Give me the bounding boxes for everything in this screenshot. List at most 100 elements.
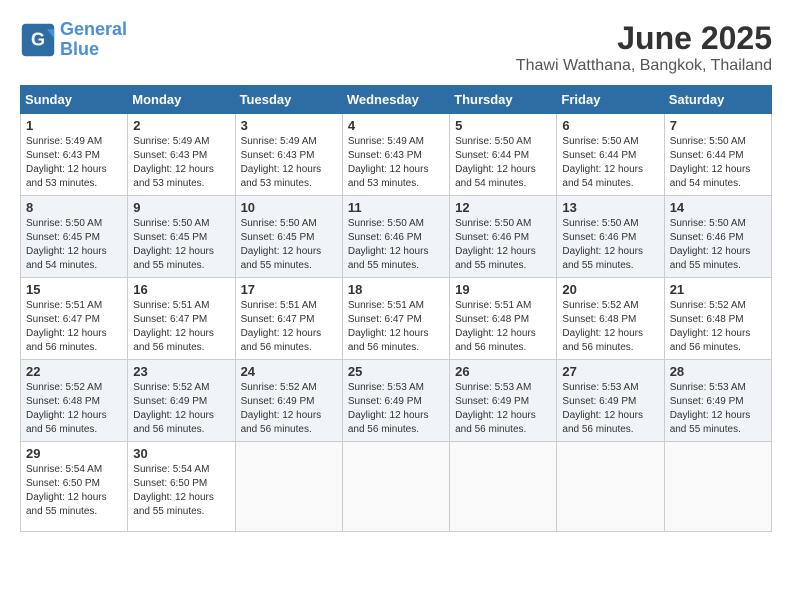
calendar-cell: 20 Sunrise: 5:52 AMSunset: 6:48 PMDayligh… <box>557 278 664 360</box>
calendar-cell: 29 Sunrise: 5:54 AMSunset: 6:50 PMDayligh… <box>21 442 128 532</box>
cell-info: Sunrise: 5:52 AMSunset: 6:48 PMDaylight:… <box>562 300 643 353</box>
cell-info: Sunrise: 5:50 AMSunset: 6:44 PMDaylight:… <box>455 136 536 189</box>
day-number: 30 <box>133 446 229 461</box>
calendar-cell: 7 Sunrise: 5:50 AMSunset: 6:44 PMDaylight… <box>664 114 771 196</box>
day-number: 10 <box>241 200 337 215</box>
calendar-cell: 13 Sunrise: 5:50 AMSunset: 6:46 PMDayligh… <box>557 196 664 278</box>
cell-info: Sunrise: 5:53 AMSunset: 6:49 PMDaylight:… <box>348 382 429 435</box>
day-number: 20 <box>562 282 658 297</box>
day-number: 21 <box>670 282 766 297</box>
column-header-thursday: Thursday <box>450 86 557 114</box>
cell-info: Sunrise: 5:54 AMSunset: 6:50 PMDaylight:… <box>133 464 214 517</box>
calendar-cell: 26 Sunrise: 5:53 AMSunset: 6:49 PMDayligh… <box>450 360 557 442</box>
day-number: 8 <box>26 200 122 215</box>
logo: G GeneralBlue <box>20 20 127 60</box>
page-header: G GeneralBlue June 2025 Thawi Watthana, … <box>20 20 772 75</box>
calendar-cell: 21 Sunrise: 5:52 AMSunset: 6:48 PMDayligh… <box>664 278 771 360</box>
cell-info: Sunrise: 5:51 AMSunset: 6:48 PMDaylight:… <box>455 300 536 353</box>
cell-info: Sunrise: 5:50 AMSunset: 6:45 PMDaylight:… <box>133 218 214 271</box>
cell-info: Sunrise: 5:53 AMSunset: 6:49 PMDaylight:… <box>562 382 643 435</box>
calendar-cell: 12 Sunrise: 5:50 AMSunset: 6:46 PMDayligh… <box>450 196 557 278</box>
day-number: 19 <box>455 282 551 297</box>
month-title: June 2025 <box>516 20 772 57</box>
day-number: 4 <box>348 118 444 133</box>
calendar-cell: 24 Sunrise: 5:52 AMSunset: 6:49 PMDayligh… <box>235 360 342 442</box>
calendar-cell: 8Sunrise: 5:50 AMSunset: 6:45 PMDaylight… <box>21 196 128 278</box>
cell-info: Sunrise: 5:50 AMSunset: 6:44 PMDaylight:… <box>670 136 751 189</box>
day-number: 24 <box>241 364 337 379</box>
calendar-cell <box>664 442 771 532</box>
day-number: 17 <box>241 282 337 297</box>
calendar-cell: 17 Sunrise: 5:51 AMSunset: 6:47 PMDayligh… <box>235 278 342 360</box>
day-number: 25 <box>348 364 444 379</box>
cell-info: Sunrise: 5:54 AMSunset: 6:50 PMDaylight:… <box>26 464 107 517</box>
logo-text: GeneralBlue <box>60 20 127 60</box>
cell-info: Sunrise: 5:49 AMSunset: 6:43 PMDaylight:… <box>133 136 214 189</box>
calendar-week-row: 29 Sunrise: 5:54 AMSunset: 6:50 PMDayligh… <box>21 442 772 532</box>
cell-info: Sunrise: 5:52 AMSunset: 6:49 PMDaylight:… <box>133 382 214 435</box>
cell-info: Sunrise: 5:52 AMSunset: 6:49 PMDaylight:… <box>241 382 322 435</box>
day-number: 3 <box>241 118 337 133</box>
calendar-cell: 19 Sunrise: 5:51 AMSunset: 6:48 PMDayligh… <box>450 278 557 360</box>
column-header-monday: Monday <box>128 86 235 114</box>
svg-text:G: G <box>31 29 45 49</box>
calendar-cell: 23 Sunrise: 5:52 AMSunset: 6:49 PMDayligh… <box>128 360 235 442</box>
day-number: 9 <box>133 200 229 215</box>
calendar-cell: 9 Sunrise: 5:50 AMSunset: 6:45 PMDaylight… <box>128 196 235 278</box>
day-number: 7 <box>670 118 766 133</box>
calendar-cell: 30 Sunrise: 5:54 AMSunset: 6:50 PMDayligh… <box>128 442 235 532</box>
day-number: 27 <box>562 364 658 379</box>
day-number: 22 <box>26 364 122 379</box>
day-number: 16 <box>133 282 229 297</box>
column-header-saturday: Saturday <box>664 86 771 114</box>
calendar-cell: 5 Sunrise: 5:50 AMSunset: 6:44 PMDaylight… <box>450 114 557 196</box>
cell-info: Sunrise: 5:50 AMSunset: 6:45 PMDaylight:… <box>241 218 322 271</box>
column-header-tuesday: Tuesday <box>235 86 342 114</box>
calendar-cell <box>235 442 342 532</box>
calendar-cell <box>342 442 449 532</box>
column-header-wednesday: Wednesday <box>342 86 449 114</box>
title-block: June 2025 Thawi Watthana, Bangkok, Thail… <box>516 20 772 75</box>
logo-icon: G <box>20 22 56 58</box>
day-number: 6 <box>562 118 658 133</box>
cell-info: Sunrise: 5:53 AMSunset: 6:49 PMDaylight:… <box>455 382 536 435</box>
calendar-cell: 1Sunrise: 5:49 AMSunset: 6:43 PMDaylight… <box>21 114 128 196</box>
calendar-cell: 10 Sunrise: 5:50 AMSunset: 6:45 PMDayligh… <box>235 196 342 278</box>
cell-info: Sunrise: 5:49 AMSunset: 6:43 PMDaylight:… <box>241 136 322 189</box>
day-number: 5 <box>455 118 551 133</box>
day-number: 26 <box>455 364 551 379</box>
calendar-cell: 25 Sunrise: 5:53 AMSunset: 6:49 PMDayligh… <box>342 360 449 442</box>
day-number: 29 <box>26 446 122 461</box>
calendar-week-row: 8 Sunrise: 5:50 AMSunset: 6:45 PMDaylight… <box>21 196 772 278</box>
calendar-table: SundayMondayTuesdayWednesdayThursdayFrid… <box>20 85 772 532</box>
day-number: 28 <box>670 364 766 379</box>
cell-info: Sunrise: 5:52 AMSunset: 6:48 PMDaylight:… <box>670 300 751 353</box>
calendar-week-row: 22Sunrise: 5:52 AMSunset: 6:48 PMDayligh… <box>21 360 772 442</box>
cell-info: Sunrise: 5:51 AMSunset: 6:47 PMDaylight:… <box>26 300 107 353</box>
cell-info: Sunrise: 5:50 AMSunset: 6:46 PMDaylight:… <box>348 218 429 271</box>
calendar-week-row: 15Sunrise: 5:51 AMSunset: 6:47 PMDayligh… <box>21 278 772 360</box>
calendar-cell: 3 Sunrise: 5:49 AMSunset: 6:43 PMDaylight… <box>235 114 342 196</box>
calendar-cell: 14Sunrise: 5:50 AMSunset: 6:46 PMDayligh… <box>664 196 771 278</box>
day-number: 23 <box>133 364 229 379</box>
calendar-cell: 18Sunrise: 5:51 AMSunset: 6:47 PMDayligh… <box>342 278 449 360</box>
day-number: 2 <box>133 118 229 133</box>
day-number: 12 <box>455 200 551 215</box>
calendar-cell: 15Sunrise: 5:51 AMSunset: 6:47 PMDayligh… <box>21 278 128 360</box>
cell-info: Sunrise: 5:50 AMSunset: 6:44 PMDaylight:… <box>562 136 643 189</box>
day-number: 13 <box>562 200 658 215</box>
day-number: 14 <box>670 200 766 215</box>
calendar-cell <box>450 442 557 532</box>
cell-info: Sunrise: 5:53 AMSunset: 6:49 PMDaylight:… <box>670 382 751 435</box>
cell-info: Sunrise: 5:50 AMSunset: 6:46 PMDaylight:… <box>562 218 643 271</box>
cell-info: Sunrise: 5:51 AMSunset: 6:47 PMDaylight:… <box>133 300 214 353</box>
calendar-week-row: 1Sunrise: 5:49 AMSunset: 6:43 PMDaylight… <box>21 114 772 196</box>
location-title: Thawi Watthana, Bangkok, Thailand <box>516 57 772 75</box>
cell-info: Sunrise: 5:51 AMSunset: 6:47 PMDaylight:… <box>241 300 322 353</box>
cell-info: Sunrise: 5:49 AMSunset: 6:43 PMDaylight:… <box>348 136 429 189</box>
calendar-cell: 16 Sunrise: 5:51 AMSunset: 6:47 PMDayligh… <box>128 278 235 360</box>
cell-info: Sunrise: 5:50 AMSunset: 6:46 PMDaylight:… <box>455 218 536 271</box>
calendar-cell: 4 Sunrise: 5:49 AMSunset: 6:43 PMDaylight… <box>342 114 449 196</box>
day-number: 11 <box>348 200 444 215</box>
calendar-cell <box>557 442 664 532</box>
